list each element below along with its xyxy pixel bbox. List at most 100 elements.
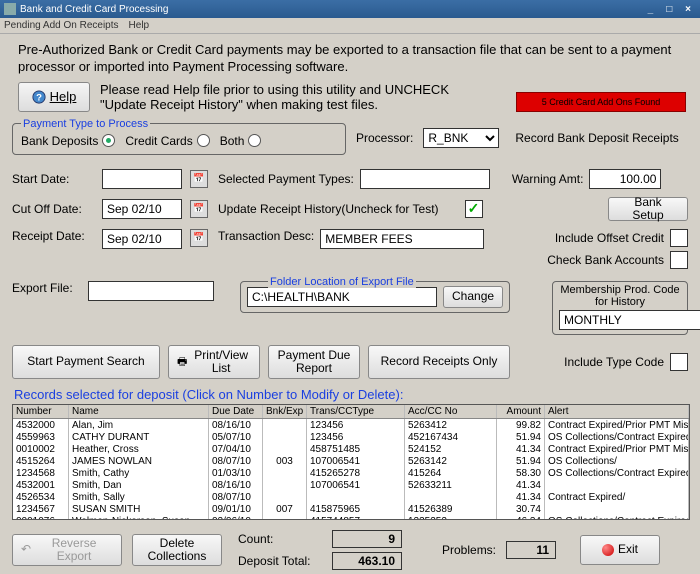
payment-due-report-button[interactable]: Payment Due Report [268,345,360,379]
cell: 0001076 [13,515,69,520]
svg-text:?: ? [36,92,42,103]
cell: 5263142 [405,455,497,467]
cell: JAMES NOWLAN [69,455,209,467]
addons-alert[interactable]: 5 Credit Card Add Ons Found [516,92,686,112]
cutoff-picker-icon[interactable]: 📅 [190,200,208,218]
col-amount[interactable]: Amount [497,405,545,418]
records-grid[interactable]: Number Name Due Date Bnk/Exp Trans/CCTyp… [12,404,690,520]
cell: 4559963 [13,431,69,443]
trans-desc-input[interactable] [320,229,484,249]
table-row[interactable]: 0001076Welman-Nickerson, Susan02/06/1041… [13,515,689,520]
table-row[interactable]: 4532001Smith, Dan08/16/10107006541526332… [13,479,689,491]
col-acc[interactable]: Acc/CC No [405,405,497,418]
processor-select[interactable]: R_BNK [423,128,499,148]
include-type-code-checkbox[interactable] [670,353,688,371]
print-view-list-button[interactable]: 🖶 Print/View List [168,345,260,379]
reverse-export-button[interactable]: ↶ Reverse Export [12,534,122,566]
cell: 09/01/10 [209,503,263,515]
check-bank-checkbox[interactable] [670,251,688,269]
bank-setup-button[interactable]: Bank Setup [608,197,688,221]
table-row[interactable]: 1234568Smith, Cathy01/03/104152652784152… [13,467,689,479]
table-row[interactable]: 4515264JAMES NOWLAN08/07/100031070065415… [13,455,689,467]
undo-icon: ↶ [21,543,31,556]
cell: Smith, Cathy [69,467,209,479]
minimize-icon[interactable]: _ [642,4,658,15]
receipt-date-input[interactable] [102,229,182,249]
membership-code-input[interactable] [559,310,700,330]
table-row[interactable]: 1234567SUSAN SMITH09/01/1000741587596541… [13,503,689,515]
delete-collections-button[interactable]: Delete Collections [132,534,222,566]
cell: 41.34 [497,491,545,503]
exit-label: Exit [618,543,638,556]
table-row[interactable]: 4559963CATHY DURANT05/07/101234564521674… [13,431,689,443]
exit-button[interactable]: Exit [580,535,660,565]
cell: Contract Expired/Prior PMT Missing/ [545,419,689,431]
radio-both-label: Both [220,134,245,148]
cell: 007 [263,503,307,515]
include-offset-checkbox[interactable] [670,229,688,247]
count-label: Count: [238,532,324,546]
menu-help[interactable]: Help [129,20,150,31]
cell [263,479,307,491]
folder-path-input[interactable] [247,287,437,307]
cell [263,491,307,503]
problems-value: 11 [506,541,556,559]
cell: 07/04/10 [209,443,263,455]
cell [263,431,307,443]
grid-header: Number Name Due Date Bnk/Exp Trans/CCTyp… [13,405,689,419]
help-button[interactable]: ? Help [18,82,90,112]
exit-icon [602,544,614,556]
table-row[interactable]: 4526534Smith, Sally08/07/1041.34Contract… [13,491,689,503]
maximize-icon[interactable]: □ [661,4,677,15]
change-folder-button[interactable]: Change [443,286,503,308]
processor-label: Processor: [356,131,413,145]
total-label: Deposit Total: [238,554,324,568]
help-instruction: Please read Help file prior to using thi… [100,82,480,112]
close-icon[interactable]: × [680,4,696,15]
warning-amt-input[interactable] [589,169,661,189]
col-due[interactable]: Due Date [209,405,263,418]
cell: 41.34 [497,443,545,455]
radio-bank[interactable] [102,134,115,147]
export-file-input[interactable] [88,281,214,301]
cell: 458751485 [307,443,405,455]
cell: 41526389 [405,503,497,515]
radio-both[interactable] [248,134,261,147]
radio-credit[interactable] [197,134,210,147]
cell: 51.94 [497,455,545,467]
col-trans[interactable]: Trans/CCType [307,405,405,418]
record-bank-label: Record Bank Deposit Receipts [515,131,678,145]
cell [263,515,307,520]
update-history-checkbox[interactable] [465,200,483,218]
col-number[interactable]: Number [13,405,69,418]
receipt-date-picker-icon[interactable]: 📅 [190,229,208,247]
radio-credit-label: Credit Cards [125,134,192,148]
cell: 5263412 [405,419,497,431]
table-row[interactable]: 4532000Alan, Jim08/16/10123456526341299.… [13,419,689,431]
cell: Smith, Sally [69,491,209,503]
start-date-picker-icon[interactable]: 📅 [190,170,208,188]
record-receipts-button[interactable]: Record Receipts Only [368,345,510,379]
start-payment-search-button[interactable]: Start Payment Search [12,345,160,379]
warning-amt-label: Warning Amt: [512,172,584,186]
cell: 01/03/10 [209,467,263,479]
table-row[interactable]: 0010002Heather, Cross07/04/1045875148552… [13,443,689,455]
trans-desc-label: Transaction Desc: [218,229,314,243]
cell [545,503,689,515]
col-alert[interactable]: Alert [545,405,689,418]
cutoff-input[interactable] [102,199,182,219]
col-bnk[interactable]: Bnk/Exp [263,405,307,418]
cell: 02/06/10 [209,515,263,520]
menu-pending[interactable]: Pending Add On Receipts [4,20,119,31]
update-history-label: Update Receipt History(Uncheck for Test) [218,202,439,216]
cell: 4532000 [13,419,69,431]
selected-types-input[interactable] [360,169,490,189]
col-name[interactable]: Name [69,405,209,418]
cell: Heather, Cross [69,443,209,455]
start-date-input[interactable] [102,169,182,189]
cell: 003 [263,455,307,467]
include-type-code-label: Include Type Code [564,355,664,369]
cell: Contract Expired/Prior PMT Missing/ [545,443,689,455]
folder-legend: Folder Location of Export File [268,276,416,288]
cell: 46.34 [497,515,545,520]
